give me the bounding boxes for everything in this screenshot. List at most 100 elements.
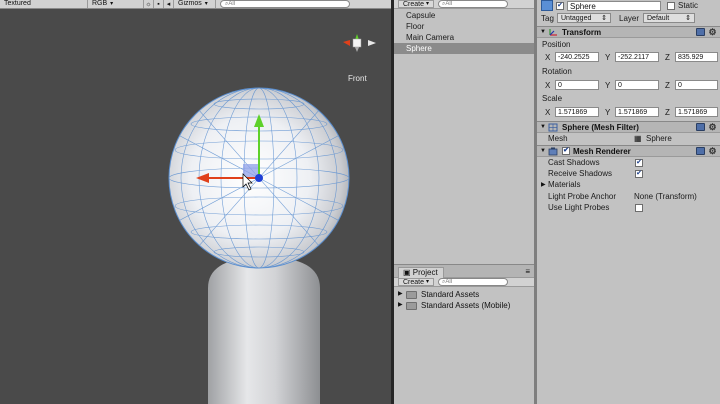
layer-label: Layer [619,13,640,23]
position-label-row: Position [542,40,570,49]
project-item-standard-assets[interactable]: ▶ Standard Assets [394,289,534,300]
object-header: ✔ Sphere Static [541,0,698,11]
axis-x-label: X [545,52,551,62]
position-x-field[interactable]: -240.2525 [555,52,599,62]
scale-x-field[interactable]: 1.571869 [555,107,599,117]
light-probe-anchor-value[interactable]: None (Transform) [634,192,697,201]
gear-icon[interactable]: ⚙ [708,147,717,156]
object-name-field[interactable]: Sphere [567,0,661,11]
expand-arrow-icon[interactable]: ▶ [398,300,406,311]
color-mode-dropdown[interactable]: RGB ▾ [88,0,144,8]
panel-menu-icon[interactable]: ≡ [525,267,530,276]
gear-icon[interactable]: ⚙ [708,28,717,37]
collapse-arrow-icon[interactable]: ▼ [540,148,548,154]
gizmos-dropdown[interactable]: Gizmos ▾ [174,0,216,8]
expand-arrow-icon[interactable]: ▶ [398,289,406,300]
scale-y-field[interactable]: 1.571869 [615,107,659,117]
project-toolbar: Create ▾ ⌕All [394,278,534,287]
color-mode-value: RGB [92,0,108,7]
view-label: Front [348,74,367,83]
mesh-renderer-title: Mesh Renderer [573,146,631,156]
game-object-icon [541,0,553,11]
help-book-icon[interactable] [696,147,705,155]
position-y-field[interactable]: -252.2117 [615,52,659,62]
rotation-y-field[interactable]: 0 [615,80,659,90]
hierarchy-item-capsule[interactable]: Capsule [394,10,534,21]
project-tabbar: ▣ Project ≡ [394,265,534,278]
chevron-down-icon: ▾ [426,0,430,7]
folder-icon [406,290,417,299]
tag-layer-row: Tag Untagged ⇕ Layer Default ⇕ [541,13,695,23]
chevron-down-icon: ⇕ [601,15,607,22]
hierarchy-search-input[interactable]: ⌕All [438,0,509,8]
scene-toolbar: Textured RGB ▾ ☼ ▪ ◂ Gizmos ▾ ⌕All [0,0,393,9]
tag-dropdown[interactable]: Untagged ⇕ [557,13,611,23]
project-search-input[interactable]: ⌕All [438,278,509,286]
scale-z-field[interactable]: 1.571869 [675,107,718,117]
tab-project[interactable]: ▣ Project [398,267,444,278]
cast-shadows-label: Cast Shadows [548,158,600,167]
chevron-down-icon: ▾ [110,1,114,7]
scale-label-row: Scale [542,94,562,103]
receive-shadows-checkbox[interactable]: ✔ [635,169,643,178]
scale-fields: X 1.571869 Y 1.571869 Z 1.571869 [545,107,718,117]
use-light-probes-checkbox[interactable] [635,203,643,212]
folder-icon: ▣ [403,268,411,277]
project-item-label: Standard Assets [421,290,480,299]
axis-z-label: Z [665,107,670,117]
gear-icon[interactable]: ⚙ [708,123,717,132]
layer-dropdown[interactable]: Default ⇕ [643,13,695,23]
transform-header[interactable]: ▼ Transform ⚙ [537,26,720,38]
capsule-object[interactable] [208,257,320,404]
mesh-renderer-icon [548,147,558,155]
object-active-checkbox[interactable]: ✔ [556,1,564,10]
light-probe-anchor-label: Light Probe Anchor [548,192,617,201]
cast-shadows-checkbox[interactable]: ✔ [635,158,643,167]
axis-z-label: Z [665,52,670,62]
materials-row[interactable]: ▶ Materials [541,180,580,189]
project-create-button[interactable]: Create ▾ [398,278,435,286]
position-z-field[interactable]: 835.929 [675,52,718,62]
rotation-fields: X 0 Y 0 Z 0 [545,80,718,90]
hierarchy-item-floor[interactable]: Floor [394,21,534,32]
project-create-label: Create [403,278,425,286]
game-overlay-toggle[interactable]: ▪ [154,0,164,8]
expand-arrow-icon[interactable]: ▶ [541,181,548,188]
hierarchy-create-button[interactable]: Create ▾ [398,0,435,8]
hierarchy-toolbar: Create ▾ ⌕All [394,0,534,9]
hierarchy-item-main-camera[interactable]: Main Camera [394,32,534,43]
materials-label: Materials [548,180,581,189]
transform-title: Transform [562,27,602,37]
audio-toggle[interactable]: ◂ [164,0,174,8]
axis-x-label: X [545,107,551,117]
folder-icon [406,301,417,310]
scene-viewport[interactable] [0,0,392,404]
receive-shadows-row: Receive Shadows ✔ [548,169,643,178]
collapse-arrow-icon[interactable]: ▼ [540,29,548,35]
scale-label: Scale [542,94,563,103]
mesh-filter-header[interactable]: ▼ Sphere (Mesh Filter) ⚙ [537,121,720,133]
scene-view[interactable]: Textured RGB ▾ ☼ ▪ ◂ Gizmos ▾ ⌕All Front [0,0,393,404]
static-checkbox[interactable] [667,1,675,10]
axis-y-label: Y [605,52,611,62]
mesh-value[interactable]: Sphere [646,134,672,143]
scene-lighting-toggle[interactable]: ☼ [144,0,154,8]
light-probe-anchor-row: Light Probe Anchor None (Transform) [548,192,697,201]
rotation-x-field[interactable]: 0 [555,80,599,90]
rotation-z-field[interactable]: 0 [675,80,718,90]
tag-value: Untagged [561,15,592,22]
help-book-icon[interactable] [696,28,705,36]
axis-x-label: X [545,80,551,90]
transform-icon [549,28,557,36]
render-mode-dropdown[interactable]: Textured [0,0,88,8]
hierarchy-item-sphere[interactable]: Sphere [394,43,534,54]
mesh-renderer-enabled-checkbox[interactable]: ✔ [562,147,570,155]
scene-search-placeholder: All [228,1,236,7]
project-item-standard-assets-mobile[interactable]: ▶ Standard Assets (Mobile) [394,300,534,311]
axis-y-label: Y [605,107,611,117]
orientation-gizmo[interactable] [343,34,376,52]
collapse-arrow-icon[interactable]: ▼ [540,124,548,130]
help-book-icon[interactable] [696,123,705,131]
scene-search-input[interactable]: ⌕All [220,0,350,8]
mesh-renderer-header[interactable]: ▼ ✔ Mesh Renderer ⚙ [537,145,720,157]
